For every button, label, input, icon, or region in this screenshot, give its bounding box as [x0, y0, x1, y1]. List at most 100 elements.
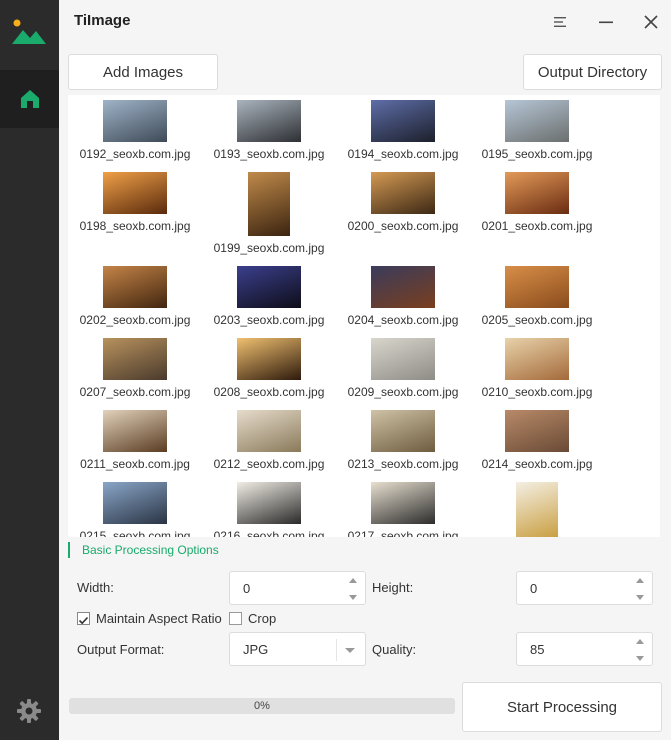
- image-item[interactable]: 0198_seoxb.com.jpg: [68, 172, 202, 244]
- image-thumbnail: [371, 266, 435, 308]
- image-list[interactable]: 0192_seoxb.com.jpg 0193_seoxb.com.jpg 0194…: [68, 95, 660, 537]
- sidebar-item-home[interactable]: [0, 70, 59, 128]
- image-item[interactable]: 0210_seoxb.com.jpg: [470, 338, 604, 410]
- image-filename: 0201_seoxb.com.jpg: [481, 219, 593, 233]
- quality-spinner[interactable]: [636, 637, 646, 663]
- image-item[interactable]: [470, 482, 604, 537]
- image-item[interactable]: 0199_seoxb.com.jpg: [202, 172, 336, 266]
- maintain-aspect-checkbox[interactable]: [77, 612, 90, 625]
- spinner-up-icon[interactable]: [349, 578, 357, 583]
- gear-icon[interactable]: [16, 698, 42, 724]
- output-format-value: JPG: [243, 641, 269, 657]
- image-item[interactable]: 0217_seoxb.com.jpg: [336, 482, 470, 537]
- image-item[interactable]: 0200_seoxb.com.jpg: [336, 172, 470, 244]
- image-filename: 0193_seoxb.com.jpg: [213, 147, 325, 161]
- close-icon: [644, 15, 658, 29]
- add-images-button[interactable]: Add Images: [68, 54, 218, 90]
- minimize-icon: [599, 21, 613, 24]
- crop-checkbox[interactable]: [229, 612, 242, 625]
- image-thumbnail: [103, 172, 167, 214]
- image-filename: 0213_seoxb.com.jpg: [347, 457, 459, 471]
- home-icon: [20, 90, 39, 108]
- image-item[interactable]: 0201_seoxb.com.jpg: [470, 172, 604, 244]
- image-thumbnail: [103, 100, 167, 142]
- height-label: Height:: [372, 580, 414, 595]
- height-value: 0: [530, 580, 538, 596]
- height-input[interactable]: 0: [516, 571, 653, 605]
- image-filename: 0212_seoxb.com.jpg: [213, 457, 325, 471]
- close-button[interactable]: [639, 10, 663, 34]
- image-filename: 0198_seoxb.com.jpg: [79, 219, 191, 233]
- quality-input[interactable]: 85: [516, 632, 653, 666]
- menu-icon: [554, 17, 566, 27]
- image-filename: 0203_seoxb.com.jpg: [213, 313, 325, 327]
- image-thumbnail: [237, 266, 301, 308]
- image-filename: 0216_seoxb.com.jpg: [213, 529, 325, 537]
- quality-label: Quality:: [372, 642, 417, 657]
- image-item[interactable]: 0194_seoxb.com.jpg: [336, 100, 470, 172]
- width-value: 0: [243, 580, 251, 596]
- image-item[interactable]: 0212_seoxb.com.jpg: [202, 410, 336, 482]
- image-thumbnail: [237, 410, 301, 452]
- maintain-aspect-label: Maintain Aspect Ratio: [96, 611, 222, 626]
- width-input[interactable]: 0: [229, 571, 366, 605]
- image-thumbnail: [371, 410, 435, 452]
- image-thumbnail: [505, 410, 569, 452]
- image-item[interactable]: 0193_seoxb.com.jpg: [202, 100, 336, 172]
- spinner-down-icon[interactable]: [636, 656, 644, 661]
- height-spinner[interactable]: [636, 576, 646, 602]
- title-bar: TiImage: [59, 0, 671, 44]
- image-filename: 0199_seoxb.com.jpg: [213, 241, 325, 255]
- image-grid: 0192_seoxb.com.jpg 0193_seoxb.com.jpg 0194…: [68, 100, 608, 537]
- image-thumbnail: [505, 338, 569, 380]
- image-item[interactable]: 0215_seoxb.com.jpg: [68, 482, 202, 537]
- crop-label: Crop: [248, 611, 277, 626]
- spinner-down-icon[interactable]: [636, 595, 644, 600]
- image-item[interactable]: 0202_seoxb.com.jpg: [68, 266, 202, 338]
- image-filename: 0211_seoxb.com.jpg: [80, 457, 190, 471]
- minimize-button[interactable]: [594, 10, 618, 34]
- output-format-select[interactable]: JPG: [229, 632, 366, 666]
- image-item[interactable]: 0204_seoxb.com.jpg: [336, 266, 470, 338]
- image-item[interactable]: 0208_seoxb.com.jpg: [202, 338, 336, 410]
- image-filename: 0195_seoxb.com.jpg: [481, 147, 593, 161]
- image-thumbnail: [103, 266, 167, 308]
- menu-button[interactable]: [549, 10, 573, 34]
- sidebar: [0, 0, 59, 740]
- image-thumbnail: [103, 482, 167, 524]
- progress-bar: 0%: [69, 698, 455, 714]
- image-item[interactable]: 0211_seoxb.com.jpg: [68, 410, 202, 482]
- checkmark-icon: [78, 616, 89, 625]
- image-thumbnail: [516, 482, 558, 537]
- progress-text: 0%: [254, 700, 270, 712]
- output-directory-button[interactable]: Output Directory: [523, 54, 662, 90]
- app-logo-icon: [12, 19, 46, 44]
- image-filename: 0208_seoxb.com.jpg: [213, 385, 325, 399]
- width-label: Width:: [77, 580, 114, 595]
- image-filename: 0209_seoxb.com.jpg: [347, 385, 459, 399]
- image-item[interactable]: 0203_seoxb.com.jpg: [202, 266, 336, 338]
- image-item[interactable]: 0216_seoxb.com.jpg: [202, 482, 336, 537]
- image-item[interactable]: 0213_seoxb.com.jpg: [336, 410, 470, 482]
- width-spinner[interactable]: [349, 576, 359, 602]
- spinner-up-icon[interactable]: [636, 578, 644, 583]
- image-item[interactable]: 0192_seoxb.com.jpg: [68, 100, 202, 172]
- image-thumbnail: [248, 172, 290, 236]
- image-item[interactable]: 0205_seoxb.com.jpg: [470, 266, 604, 338]
- app-window: TiImage Add Images Output Directory 0192…: [0, 0, 671, 740]
- image-thumbnail: [103, 338, 167, 380]
- image-filename: 0194_seoxb.com.jpg: [347, 147, 459, 161]
- image-item[interactable]: 0207_seoxb.com.jpg: [68, 338, 202, 410]
- spinner-down-icon[interactable]: [349, 595, 357, 600]
- dropdown-divider: [336, 639, 337, 661]
- image-item[interactable]: 0209_seoxb.com.jpg: [336, 338, 470, 410]
- start-processing-button[interactable]: Start Processing: [462, 682, 662, 732]
- quality-value: 85: [530, 641, 545, 657]
- image-list-scrollbar[interactable]: [652, 95, 660, 537]
- spinner-up-icon[interactable]: [636, 639, 644, 644]
- image-filename: 0214_seoxb.com.jpg: [481, 457, 593, 471]
- image-item[interactable]: 0195_seoxb.com.jpg: [470, 100, 604, 172]
- image-item[interactable]: 0214_seoxb.com.jpg: [470, 410, 604, 482]
- image-thumbnail: [237, 100, 301, 142]
- chevron-down-icon[interactable]: [345, 648, 355, 653]
